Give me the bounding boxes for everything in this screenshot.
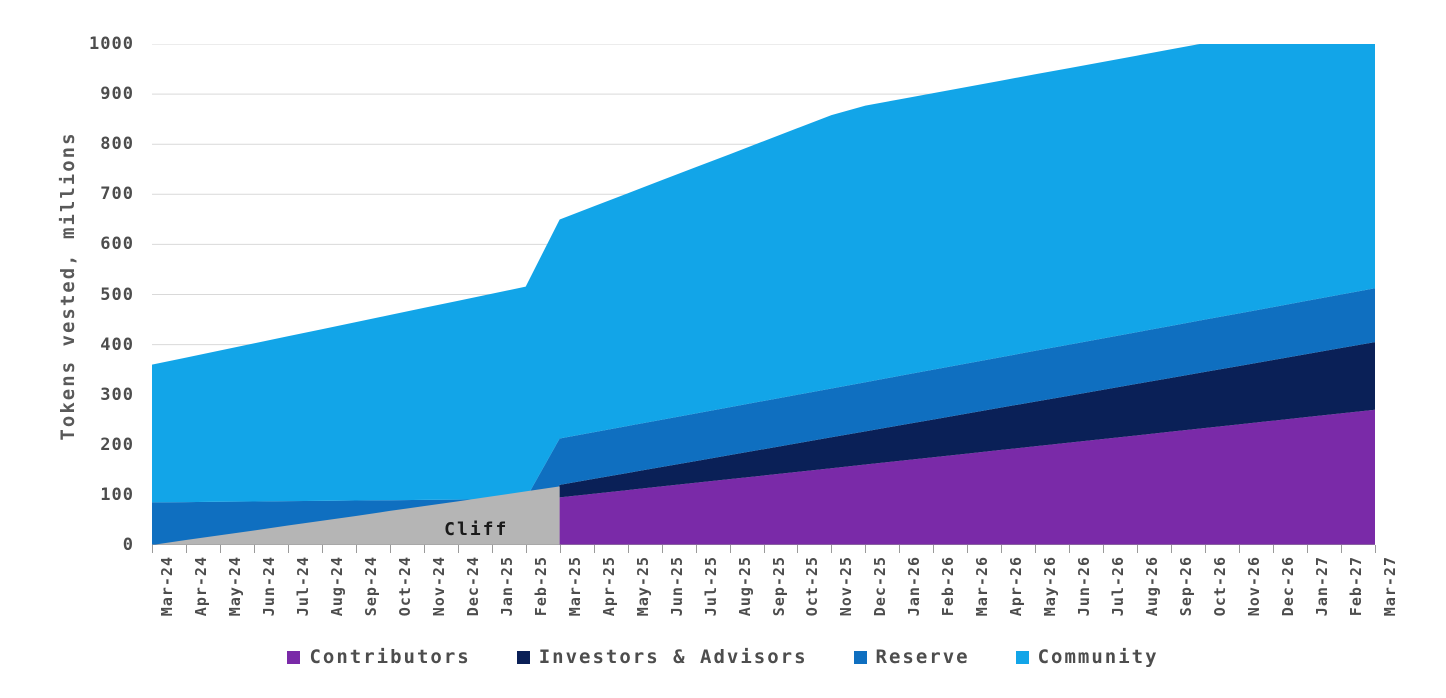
x-axis-tickmark-Jul-25 xyxy=(695,545,697,553)
legend-label: Contributors xyxy=(309,646,471,668)
x-axis-tick-Oct-24: Oct-24 xyxy=(395,556,414,617)
x-axis-tickmark-Dec-24 xyxy=(457,545,459,553)
x-axis-tick-Jun-26: Jun-26 xyxy=(1075,556,1094,617)
x-axis-tick-labels: Mar-24 Apr-24 May-24 Jun-24 Jul-24 Aug-24 Sep-… xyxy=(0,0,1446,698)
x-axis-tickmark-Apr-26 xyxy=(1001,545,1003,553)
x-axis-tick-May-25: May-25 xyxy=(633,556,652,617)
chart-legend: Contributors Investors & Advisors Reserve C… xyxy=(0,646,1446,668)
legend-swatch-icon xyxy=(516,650,530,664)
x-axis-tick-Apr-25: Apr-25 xyxy=(599,556,618,617)
legend-item-reserve[interactable]: Reserve xyxy=(853,646,970,668)
legend-label: Community xyxy=(1037,646,1159,668)
x-axis-tickmark-Aug-24 xyxy=(321,545,323,553)
x-axis-tickmark-Jul-26 xyxy=(1103,545,1105,553)
x-axis-tickmark-Jan-25 xyxy=(491,545,493,553)
x-axis-tick-Jun-25: Jun-25 xyxy=(667,556,686,617)
x-axis-tickmark-Nov-24 xyxy=(423,545,425,553)
legend-item-contributors[interactable]: Contributors xyxy=(287,646,470,668)
x-axis-tick-Dec-25: Dec-25 xyxy=(871,556,890,617)
x-axis-tickmark-May-24 xyxy=(219,545,221,553)
x-axis-tick-Jan-25: Jan-25 xyxy=(497,556,516,617)
x-axis-tick-Sep-26: Sep-26 xyxy=(1177,556,1196,617)
x-axis-tick-Nov-26: Nov-26 xyxy=(1245,556,1264,617)
legend-item-community[interactable]: Community xyxy=(1015,646,1159,668)
x-axis-tickmark-Mar-24 xyxy=(152,545,153,553)
x-axis-tick-Feb-25: Feb-25 xyxy=(531,556,550,617)
x-axis-tick-Jan-27: Jan-27 xyxy=(1313,556,1332,617)
x-axis-tickmark-Jul-24 xyxy=(287,545,289,553)
x-axis-tickmark-May-26 xyxy=(1035,545,1037,553)
x-axis-tickmark-Mar-26 xyxy=(967,545,969,553)
x-axis-tick-May-26: May-26 xyxy=(1041,556,1060,617)
legend-item-investors-advisors[interactable]: Investors & Advisors xyxy=(516,646,808,668)
x-axis-tickmark-Mar-27 xyxy=(1375,545,1376,553)
x-axis-tick-Oct-26: Oct-26 xyxy=(1211,556,1230,617)
x-axis-tick-Aug-25: Aug-25 xyxy=(735,556,754,617)
x-axis-tick-Mar-27: Mar-27 xyxy=(1381,556,1399,617)
x-axis-tick-Dec-26: Dec-26 xyxy=(1279,556,1298,617)
x-axis-tickmark-Jun-25 xyxy=(661,545,663,553)
x-axis-tickmark-Aug-26 xyxy=(1137,545,1139,553)
x-axis-tickmark-Dec-25 xyxy=(865,545,867,553)
x-axis-tick-Nov-25: Nov-25 xyxy=(837,556,856,617)
x-axis-tickmark-Dec-26 xyxy=(1273,545,1275,553)
x-axis-tick-Jun-24: Jun-24 xyxy=(259,556,278,617)
x-axis-tickmark-May-25 xyxy=(627,545,629,553)
x-axis-tick-Nov-24: Nov-24 xyxy=(429,556,448,617)
x-axis-tick-Dec-24: Dec-24 xyxy=(463,556,482,617)
x-axis-tickmark-Feb-25 xyxy=(525,545,527,553)
x-axis-tick-Apr-26: Apr-26 xyxy=(1007,556,1026,617)
legend-label: Reserve xyxy=(875,646,970,668)
x-axis-tick-Aug-26: Aug-26 xyxy=(1143,556,1162,617)
x-axis-tickmark-Jun-24 xyxy=(253,545,255,553)
legend-swatch-icon xyxy=(287,650,301,664)
x-axis-tick-Mar-25: Mar-25 xyxy=(565,556,584,617)
x-axis-tickmark-Nov-26 xyxy=(1239,545,1241,553)
x-axis-tickmark-Oct-25 xyxy=(797,545,799,553)
x-axis-tick-Jul-26: Jul-26 xyxy=(1109,556,1128,617)
x-axis-tick-May-24: May-24 xyxy=(225,556,244,617)
x-axis-tickmark-Apr-24 xyxy=(185,545,187,553)
legend-swatch-icon xyxy=(1015,650,1029,664)
x-axis-tick-Sep-24: Sep-24 xyxy=(361,556,380,617)
x-axis-tickmark-Jan-27 xyxy=(1307,545,1309,553)
x-axis-tick-Feb-27: Feb-27 xyxy=(1347,556,1366,617)
x-axis-tickmark-Sep-24 xyxy=(355,545,357,553)
x-axis-tickmark-Aug-25 xyxy=(729,545,731,553)
x-axis-tick-Aug-24: Aug-24 xyxy=(327,556,346,617)
x-axis-tickmark-Jan-26 xyxy=(899,545,901,553)
x-axis-tick-Mar-26: Mar-26 xyxy=(973,556,992,617)
x-axis-tick-Mar-24: Mar-24 xyxy=(158,556,176,617)
x-axis-tick-Jul-24: Jul-24 xyxy=(293,556,312,617)
x-axis-tick-Sep-25: Sep-25 xyxy=(769,556,788,617)
x-axis-tickmark-Sep-26 xyxy=(1171,545,1173,553)
x-axis-tickmark-Oct-24 xyxy=(389,545,391,553)
chart-root: Tokens vested, millions 0 100 200 300 400 500… xyxy=(0,0,1446,698)
x-axis-tickmark-Jun-26 xyxy=(1069,545,1071,553)
x-axis-tick-Oct-25: Oct-25 xyxy=(803,556,822,617)
x-axis-tickmark-Nov-25 xyxy=(831,545,833,553)
legend-label: Investors & Advisors xyxy=(538,646,808,668)
x-axis-tick-Jan-26: Jan-26 xyxy=(905,556,924,617)
x-axis-tickmark-Feb-26 xyxy=(933,545,935,553)
x-axis-tickmark-Sep-25 xyxy=(763,545,765,553)
x-axis-tick-Feb-26: Feb-26 xyxy=(939,556,958,617)
x-axis-tickmark-Mar-25 xyxy=(559,545,561,553)
x-axis-tickmark-Feb-27 xyxy=(1341,545,1343,553)
legend-swatch-icon xyxy=(853,650,867,664)
x-axis-tickmark-Apr-25 xyxy=(593,545,595,553)
x-axis-tick-Apr-24: Apr-24 xyxy=(191,556,210,617)
x-axis-tickmark-Oct-26 xyxy=(1205,545,1207,553)
x-axis-tick-Jul-25: Jul-25 xyxy=(701,556,720,617)
